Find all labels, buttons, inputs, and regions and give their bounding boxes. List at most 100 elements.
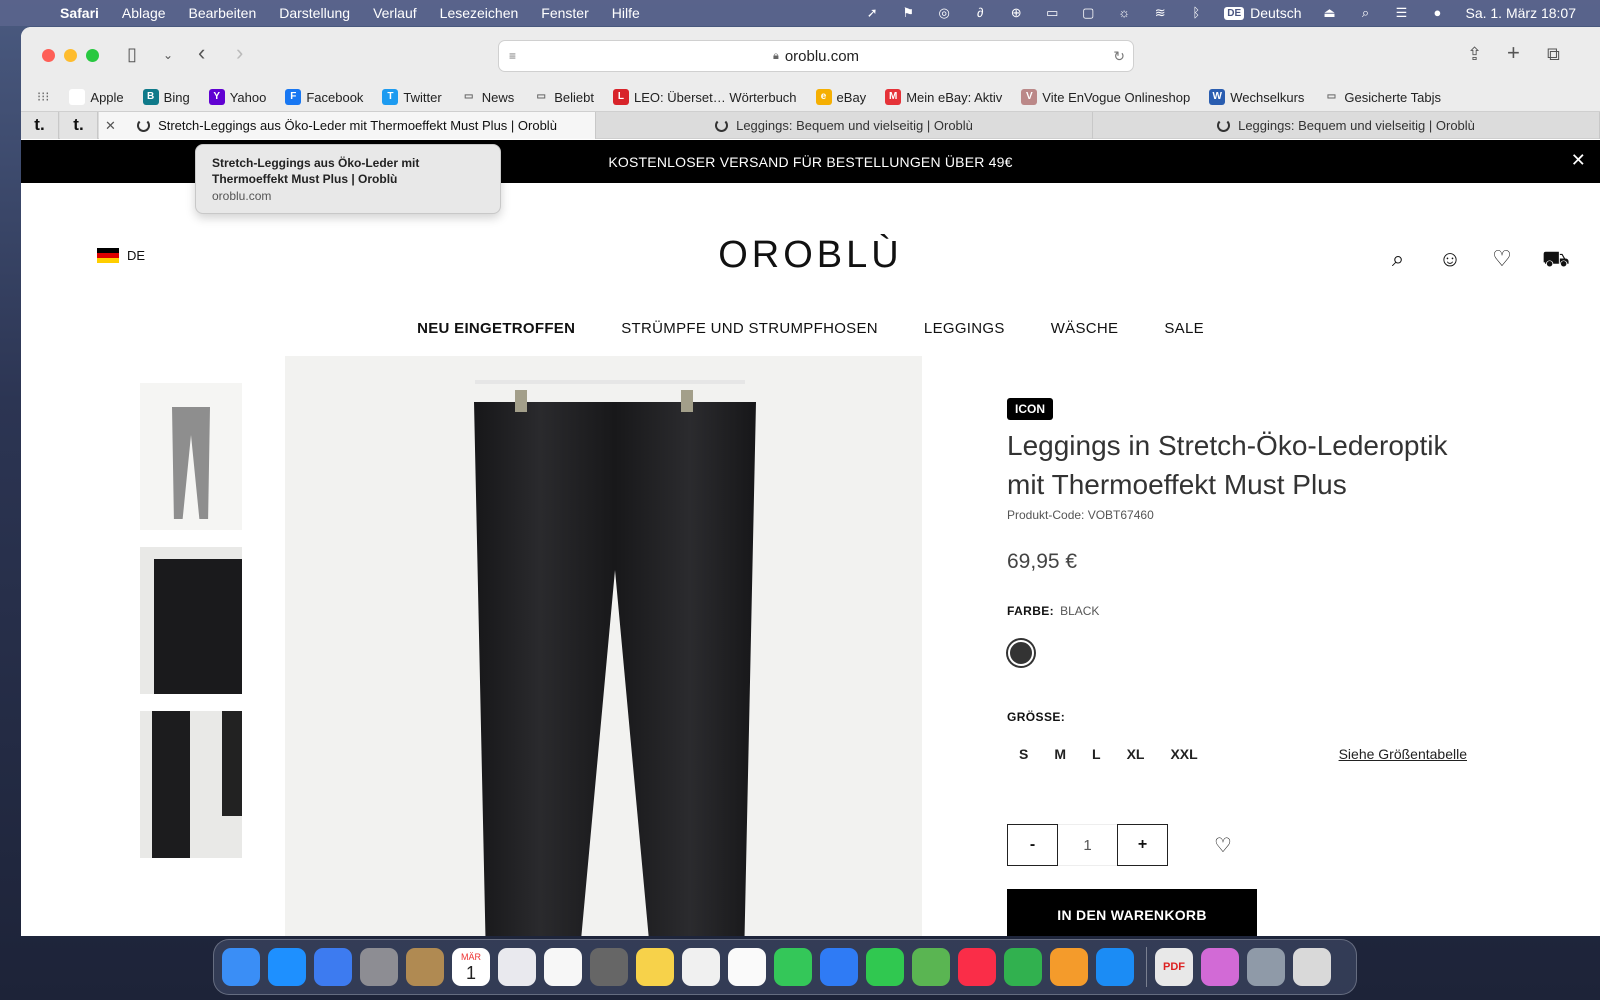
dock-keynote-icon[interactable] <box>820 948 858 986</box>
product-main-image[interactable] <box>285 356 922 936</box>
account-icon[interactable]: ☺ <box>1438 246 1462 275</box>
dock-pdf-icon[interactable]: PDF <box>1155 948 1193 986</box>
dock-papierkorb-icon[interactable] <box>1293 948 1331 986</box>
size-chart-link[interactable]: Siehe Größentabelle <box>1339 746 1467 762</box>
pinned-tab[interactable]: t. <box>21 112 59 139</box>
eject-icon[interactable]: ⏏ <box>1321 6 1337 20</box>
dock-nachrichten-icon[interactable] <box>774 948 812 986</box>
dock-systemeinstellungen-icon[interactable] <box>360 948 398 986</box>
bookmark-ebay[interactable]: e eBay <box>815 89 866 105</box>
bookmark-apple[interactable]: Apple <box>69 89 124 105</box>
brightness-icon[interactable]: ☼ <box>1116 6 1132 20</box>
size-option-xl[interactable]: XL <box>1127 746 1145 762</box>
menu-bearbeiten[interactable]: Bearbeiten <box>189 5 257 21</box>
menu-app-safari[interactable]: Safari <box>60 5 99 21</box>
address-bar[interactable]: ≡ 🔒︎ oroblu.com ↻ <box>498 40 1134 72</box>
sidebar-toggle-icon[interactable]: ▯ <box>127 44 137 65</box>
dock-mail-icon[interactable] <box>314 948 352 986</box>
quantity-input[interactable]: 1 <box>1058 824 1117 866</box>
shopping-bag-icon[interactable]: ⛟ <box>1542 246 1570 275</box>
grid-icon[interactable]: ⁝⁝⁝ <box>37 89 49 105</box>
menu-darstellung[interactable]: Darstellung <box>279 5 350 21</box>
dock-safari-icon[interactable] <box>268 948 306 986</box>
size-option-xxl[interactable]: XXL <box>1170 746 1197 762</box>
hearing-icon[interactable]: ∂ <box>972 6 988 20</box>
size-option-s[interactable]: S <box>1019 746 1028 762</box>
bookmark-vite-envogue-onlineshop[interactable]: V Vite EnVogue Onlineshop <box>1021 89 1190 105</box>
bookmark-news[interactable]: ▭ News <box>460 89 514 105</box>
dock-freeform-icon[interactable] <box>682 948 720 986</box>
flag-icon[interactable]: ⚑ <box>900 6 916 20</box>
airdrop-icon[interactable]: ◎ <box>936 6 952 20</box>
add-to-wishlist-heart-icon[interactable]: ♡ <box>1214 833 1232 858</box>
nav-lingerie[interactable]: WÄSCHE <box>1051 320 1119 337</box>
menu-clock[interactable]: Sa. 1. März 18:07 <box>1465 5 1576 21</box>
tab-overview-icon[interactable]: ⧉ <box>1547 44 1560 65</box>
bookmark-facebook[interactable]: F Facebook <box>285 89 363 105</box>
dock-kalender-icon[interactable]: MÄR 1 <box>452 948 490 986</box>
wishlist-heart-icon[interactable]: ♡ <box>1490 246 1514 275</box>
menu-fenster[interactable]: Fenster <box>541 5 588 21</box>
fullscreen-window-button[interactable] <box>86 49 99 62</box>
forward-button[interactable]: › <box>236 40 243 66</box>
add-to-cart-button[interactable]: IN DEN WARENKORB <box>1007 889 1257 936</box>
new-tab-icon[interactable]: + <box>1507 40 1520 66</box>
share-icon[interactable]: ⇪ <box>1467 44 1482 65</box>
minimize-window-button[interactable] <box>64 49 77 62</box>
size-option-m[interactable]: M <box>1054 746 1066 762</box>
thumbnail-waistband[interactable] <box>140 547 242 694</box>
dock-kontakte-icon[interactable] <box>406 948 444 986</box>
dock-numbers-icon[interactable] <box>1004 948 1042 986</box>
nav-new-arrivals[interactable]: NEU EINGETROFFEN <box>417 320 575 337</box>
reload-icon[interactable]: ↻ <box>1113 48 1125 65</box>
bookmark-gesicherte-tabjs[interactable]: ▭ Gesicherte Tabjs <box>1323 89 1441 105</box>
thumbnail-legs[interactable] <box>140 711 242 858</box>
dock-finder-icon[interactable] <box>222 948 260 986</box>
bookmark-yahoo[interactable]: Y Yahoo <box>208 89 266 105</box>
dock-erinnerungen-icon[interactable] <box>728 948 766 986</box>
dock-rechner-icon[interactable] <box>590 948 628 986</box>
reader-icon[interactable]: ≡ <box>509 49 516 63</box>
menu-ablage[interactable]: Ablage <box>122 5 166 21</box>
bluetooth-icon[interactable]: ᛒ <box>1188 6 1204 20</box>
input-source[interactable]: DE Deutsch <box>1224 5 1301 21</box>
close-banner-icon[interactable]: ✕ <box>1571 150 1586 171</box>
nav-leggings[interactable]: LEGGINGS <box>924 320 1005 337</box>
dock-musik-icon[interactable] <box>958 948 996 986</box>
menu-verlauf[interactable]: Verlauf <box>373 5 417 21</box>
tab-active[interactable]: ✕ Stretch-Leggings aus Öko-Leder mit The… <box>99 112 596 139</box>
screen-mirroring-icon[interactable]: ▢ <box>1080 6 1096 20</box>
control-center-icon[interactable]: ☰ <box>1393 6 1409 20</box>
nav-stockings[interactable]: STRÜMPFE UND STRUMPFHOSEN <box>621 320 878 337</box>
accessibility-icon[interactable]: ⊕ <box>1008 6 1024 20</box>
wifi-icon[interactable]: ≋ <box>1152 6 1168 20</box>
menu-lesezeichen[interactable]: Lesezeichen <box>440 5 519 21</box>
siri-icon[interactable]: ● <box>1429 6 1445 20</box>
dock-fotos-icon[interactable] <box>544 948 582 986</box>
chevron-down-icon[interactable]: ⌄ <box>163 48 173 62</box>
color-swatch-black[interactable] <box>1008 640 1034 666</box>
dock-vorschau-icon[interactable] <box>1201 948 1239 986</box>
dock-facetime-icon[interactable] <box>866 948 904 986</box>
display-icon[interactable]: ▭ <box>1044 6 1060 20</box>
bookmark-beliebt[interactable]: ▭ Beliebt <box>533 89 594 105</box>
pinned-tab[interactable]: t. <box>60 112 98 139</box>
size-option-l[interactable]: L <box>1092 746 1101 762</box>
quantity-minus-button[interactable]: - <box>1007 824 1058 866</box>
cursor-icon[interactable]: ➚ <box>864 6 880 20</box>
close-window-button[interactable] <box>42 49 55 62</box>
dock-pages-icon[interactable] <box>1050 948 1088 986</box>
dock-app-store-icon[interactable] <box>1096 948 1134 986</box>
bookmark-mein-ebay-aktiv[interactable]: M Mein eBay: Aktiv <box>885 89 1002 105</box>
nav-sale[interactable]: SALE <box>1164 320 1204 337</box>
menu-hilfe[interactable]: Hilfe <box>612 5 640 21</box>
close-tab-icon[interactable]: ✕ <box>105 118 116 134</box>
dock-karten-icon[interactable] <box>912 948 950 986</box>
dock-bildschirmfoto-icon[interactable] <box>1247 948 1285 986</box>
bookmark-twitter[interactable]: T Twitter <box>382 89 442 105</box>
thumbnail-gray[interactable] <box>140 383 242 530</box>
bookmark-wechselkurs[interactable]: W Wechselkurs <box>1209 89 1304 105</box>
dock-launchpad-icon[interactable] <box>498 948 536 986</box>
bookmark-leo-berset-w-rterbuch[interactable]: L LEO: Überset… Wörterbuch <box>612 89 797 105</box>
tab[interactable]: Leggings: Bequem und vielseitig | Oroblù <box>596 112 1093 139</box>
